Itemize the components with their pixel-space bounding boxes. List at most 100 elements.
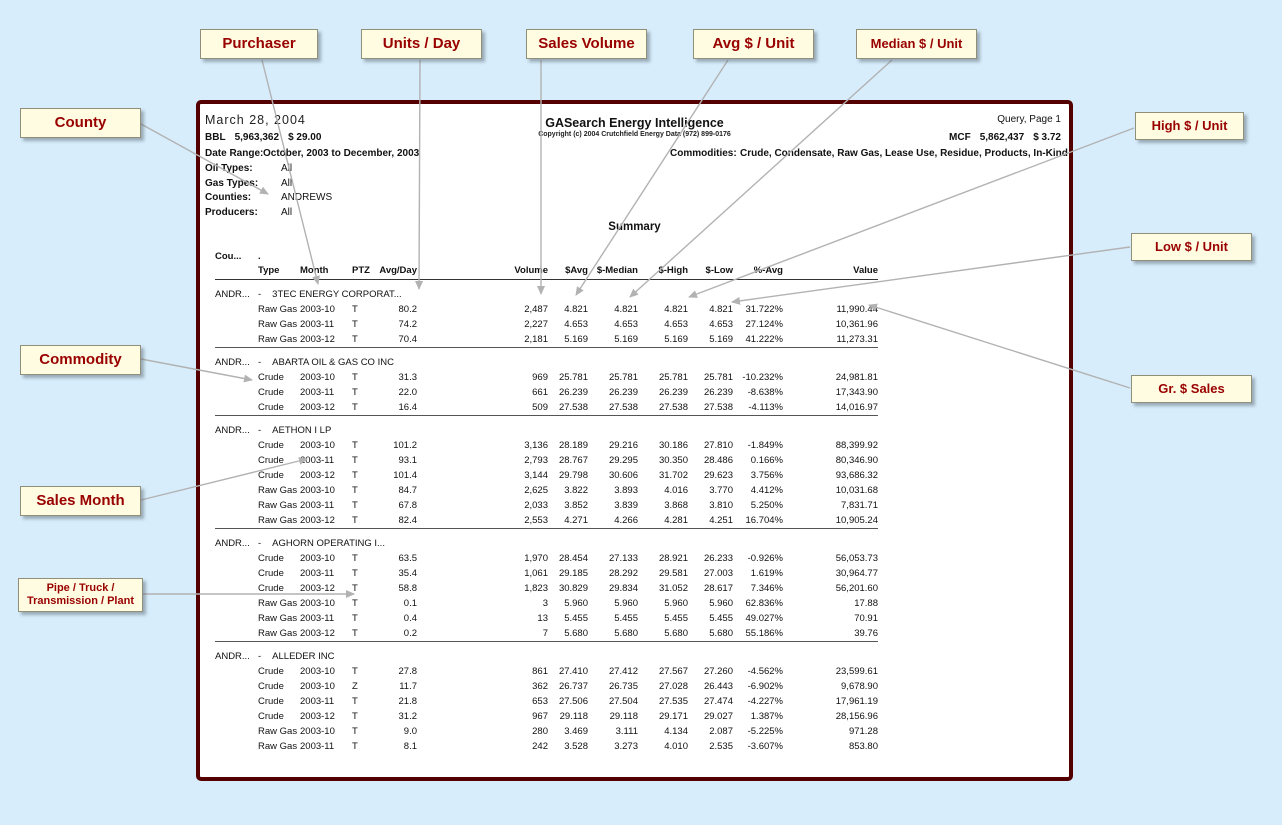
cell-median-price: 26.735 [608,681,638,692]
cell-median-price: 5.455 [614,613,638,624]
cell-median-price: 5.680 [614,628,638,639]
cell-avg-price: 28.767 [558,455,588,466]
filter-producers: Producers: All [205,207,292,218]
cell-avg-price: 27.538 [558,402,588,413]
cell-type: Crude [258,711,284,722]
cell-pct-avg: 4.412% [750,485,783,496]
group-separator: - [258,357,262,368]
cell-avg-day: 11.7 [399,681,417,692]
cell-avg-day: 70.4 [398,334,418,345]
cell-county: ANDR... [215,528,258,551]
cell-low-price: 5.960 [709,598,733,609]
cell-volume: 1,061 [524,568,548,579]
cell-high-price: 29.581 [658,568,688,579]
date-range: Date Range:October, 2003 to December, 20… [205,148,419,159]
callout-gr-sales-label: Gr. $ Sales [1158,380,1225,396]
cell-high-price: 3.868 [664,500,688,511]
cell-gross-value: 56,201.60 [835,583,878,594]
cell-avg-price: 4.271 [564,515,588,526]
callout-low-unit: Low $ / Unit [1131,233,1252,261]
cell-volume: 13 [537,613,548,624]
purchaser-name: ALLEDER INC [272,651,335,662]
cell-low-price: 26.443 [703,681,733,692]
cell-type: Raw Gas [258,500,298,511]
cell-avg-price: 3.852 [564,500,588,511]
cell-avg-day: 101.4 [393,470,417,481]
cell-type: Raw Gas [258,741,298,752]
cell-type: Raw Gas [258,334,298,345]
cell-low-price: 29.623 [703,470,733,481]
cell-high-price: 5.680 [664,628,688,639]
cell-gross-value: 9,678.90 [841,681,878,692]
cell-purchaser: - ALLEDER INC [258,641,878,664]
cell-pct-avg: 31.722% [745,304,783,315]
cell-purchaser: - AETHON I LP [258,415,878,438]
data-row: Crude 2003-12 T 101.4 3,144 29.798 30.606 31.70… [215,468,878,483]
cell-type: Crude [258,440,284,451]
data-row: Raw Gas 2003-10 T 9.0 280 3.469 3.111 4.134 2.08… [215,724,878,739]
cell-avg-price: 5.680 [564,628,588,639]
cell-high-price: 30.350 [658,455,688,466]
cell-purchaser: -3TEC ENERGY CORPORAT... [258,279,878,302]
cell-month: 2003-11 [300,613,335,624]
cell-volume: 653 [532,696,548,707]
cell-volume: 661 [532,387,548,398]
cell-avg-day: 101.2 [393,440,417,451]
data-row: Crude 2003-10 T 101.2 3,136 28.189 29.216 30.18… [215,438,878,453]
table-header-row-1: Cou... . [215,250,878,264]
cell-avg-price: 4.653 [564,319,588,330]
cell-avg-day: 63.5 [398,553,418,564]
cell-median-price: 26.239 [608,387,638,398]
cell-pct-avg: -6.902% [747,681,783,692]
cell-county: ANDR... [215,415,258,438]
cell-gross-value: 88,399.92 [835,440,878,451]
cell-median-price: 29.118 [609,711,638,722]
filter-oil-types: Oil Types: All [205,163,292,174]
cell-avg-day: 84.7 [398,485,418,496]
callout-sales-month-label: Sales Month [36,492,125,510]
cell-county: ANDR... [215,641,258,664]
data-row: Raw Gas 2003-12 T 0.2 7 5.680 5.680 5.680 5.680 5… [215,626,878,642]
data-row: Crude 2003-12 T 58.8 1,823 30.829 29.834 31.052… [215,581,878,596]
cell-avg-day: 35.4 [398,568,418,579]
callout-purchaser-label: Purchaser [222,35,296,53]
purchaser-name: ABARTA OIL & GAS CO INC [272,357,394,368]
cell-month: 2003-11 [300,319,335,330]
cell-type: Crude [258,666,284,677]
cell-gross-value: 70.91 [854,613,878,624]
cell-high-price: 4.821 [664,304,688,315]
cell-avg-price: 3.469 [564,726,588,737]
cell-avg-day: 80.2 [398,304,418,315]
cell-volume: 280 [532,726,548,737]
cell-avg-price: 3.822 [564,485,588,496]
data-row: Raw Gas 2003-12 T 82.4 2,553 4.271 4.266 4.281 4… [215,513,878,529]
cell-median-price: 5.169 [614,334,638,345]
cell-median-price: 4.653 [614,319,638,330]
data-row: Crude 2003-12 T 31.2 967 29.118 29.118 29.171 29… [215,709,878,724]
cell-pct-avg: 1.387% [750,711,783,722]
cell-ptz: T [352,455,358,466]
cell-gross-value: 56,053.73 [835,553,878,564]
cell-median-price: 27.133 [608,553,638,564]
cell-low-price: 3.810 [709,500,733,511]
cell-median-price: 29.295 [608,455,638,466]
filter-producers-value: All [281,207,293,218]
data-row: Crude 2003-10 Z 11.7 362 26.737 26.735 27.028 26… [215,679,878,694]
cell-ptz: T [352,613,358,624]
cell-gross-value: 17.88 [854,598,878,609]
cell-median-price: 27.412 [608,666,638,677]
cell-gross-value: 10,031.68 [835,485,878,496]
callout-gr-sales: Gr. $ Sales [1131,375,1252,403]
cell-gross-value: 28,156.96 [835,711,878,722]
cell-type: Raw Gas [258,726,298,737]
cell-high-price: 4.010 [664,741,688,752]
cell-low-price: 5.169 [709,334,733,345]
cell-avg-day: 58.8 [398,583,418,594]
cell-month: 2003-11 [300,455,335,466]
cell-pct-avg: 3.756% [750,470,783,481]
cell-ptz: T [352,711,358,722]
cell-month: 2003-11 [300,696,335,707]
cell-ptz: T [352,402,358,413]
purchaser-group-row: ANDR... - AETHON I LP [215,415,878,438]
cell-median-price: 29.216 [608,440,638,451]
